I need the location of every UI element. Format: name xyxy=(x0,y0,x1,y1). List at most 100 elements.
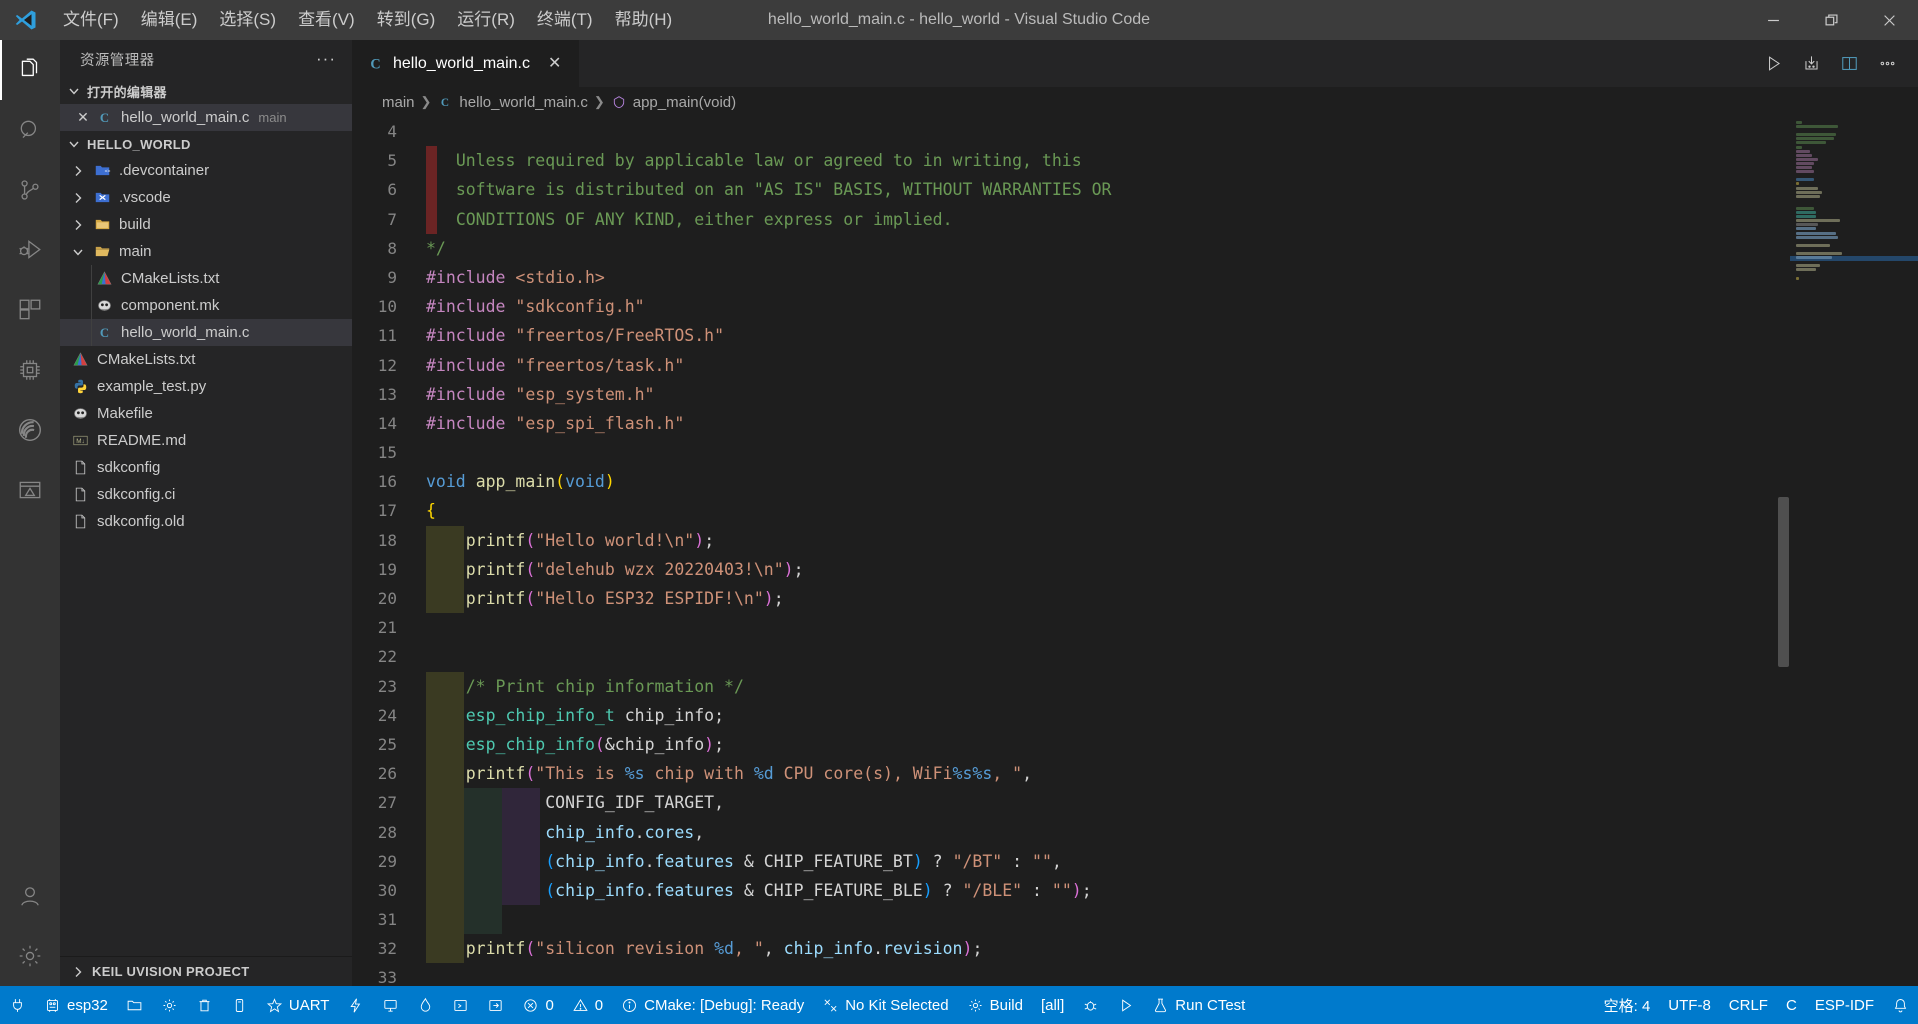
status-monitor-icon[interactable] xyxy=(373,986,408,1024)
status-0[interactable]: 0 xyxy=(513,986,562,1024)
split-editor-icon[interactable] xyxy=(1832,47,1866,81)
code-line[interactable]: 6 software is distributed on an "AS IS" … xyxy=(352,175,1790,205)
run-play-icon[interactable] xyxy=(1756,47,1790,81)
code-text-area[interactable]: 4 5 Unless required by applicable law or … xyxy=(352,117,1790,986)
code-line[interactable]: 17 { xyxy=(352,496,1790,525)
gear-icon[interactable] xyxy=(0,926,60,986)
tree-item-sdkconfig-old[interactable]: sdkconfig.old xyxy=(60,508,352,535)
status-export-icon[interactable] xyxy=(478,986,513,1024)
code-line[interactable]: 7 CONDITIONS OF ANY KIND, either express… xyxy=(352,204,1790,234)
status-4[interactable]: 空格: 4 xyxy=(1595,986,1660,1024)
code-line[interactable]: 25 esp_chip_info(&chip_info); xyxy=(352,729,1790,760)
code-line[interactable]: 21 xyxy=(352,613,1790,642)
code-line[interactable]: 24 esp_chip_info_t chip_info; xyxy=(352,700,1790,730)
status-lightning-icon[interactable] xyxy=(338,986,373,1024)
sidebar-more-actions-icon[interactable]: ··· xyxy=(308,49,344,69)
chevron-right-icon[interactable] xyxy=(70,163,86,179)
open-editor-item[interactable]: ✕ C hello_world_main.c main xyxy=(60,104,352,131)
code-line[interactable]: 32 printf("silicon revision %d, ", chip_… xyxy=(352,934,1790,964)
code-line[interactable]: 18 printf("Hello world!\n"); xyxy=(352,525,1790,555)
code-line[interactable]: 29 (chip_info.features & CHIP_FEATURE_BT… xyxy=(352,846,1790,876)
tree-item-main[interactable]: main xyxy=(60,238,352,265)
code-editor[interactable]: 4 5 Unless required by applicable law or … xyxy=(352,117,1918,986)
status-fire-icon[interactable] xyxy=(408,986,443,1024)
breadcrumb-item-file[interactable]: C hello_world_main.c xyxy=(437,94,588,111)
search-icon[interactable] xyxy=(0,100,60,160)
code-line[interactable]: 15 xyxy=(352,438,1790,467)
code-line[interactable]: 16 void app_main(void) xyxy=(352,467,1790,496)
code-line[interactable]: 5 Unless required by applicable law or a… xyxy=(352,146,1790,176)
tree-item-build[interactable]: build xyxy=(60,211,352,238)
more-actions-icon[interactable] xyxy=(1870,47,1904,81)
status-uart[interactable]: UART xyxy=(257,986,339,1024)
extensions-icon[interactable] xyxy=(0,280,60,340)
section-keil-uvision-project[interactable]: KEIL UVISION PROJECT xyxy=(60,956,352,986)
tree-item--vscode[interactable]: .vscode xyxy=(60,184,352,211)
account-icon[interactable] xyxy=(0,866,60,926)
menu-help[interactable]: 帮助(H) xyxy=(604,5,684,35)
tree-item-component-mk[interactable]: component.mk xyxy=(60,292,352,319)
status-trash-icon[interactable] xyxy=(187,986,222,1024)
status-cmake-debug-ready[interactable]: CMake: [Debug]: Ready xyxy=(612,986,813,1024)
code-line[interactable]: 26 printf("This is %s chip with %d CPU c… xyxy=(352,759,1790,789)
tree-item-sdkconfig-ci[interactable]: sdkconfig.ci xyxy=(60,481,352,508)
status-gear-icon[interactable] xyxy=(152,986,187,1024)
status-utf-8[interactable]: UTF-8 xyxy=(1659,986,1720,1024)
code-line[interactable]: 30 (chip_info.features & CHIP_FEATURE_BL… xyxy=(352,875,1790,906)
explorer-icon[interactable] xyxy=(0,40,60,100)
status-bell-icon[interactable] xyxy=(1883,986,1918,1024)
tree-item-makefile[interactable]: Makefile xyxy=(60,400,352,427)
section-workspace[interactable]: HELLO_WORLD xyxy=(60,131,352,157)
code-line[interactable]: 9 #include <stdio.h> xyxy=(352,263,1790,292)
maximize-restore-button[interactable] xyxy=(1802,0,1860,40)
espressif-icon[interactable] xyxy=(0,400,60,460)
code-line[interactable]: 23 /* Print chip information */ xyxy=(352,671,1790,701)
status-esp32[interactable]: esp32 xyxy=(35,986,117,1024)
chevron-right-icon[interactable] xyxy=(70,217,86,233)
code-line[interactable]: 19 printf("delehub wzx 20220403!\n"); xyxy=(352,554,1790,584)
menu-file[interactable]: 文件(F) xyxy=(52,5,130,35)
code-line[interactable]: 20 printf("Hello ESP32 ESPIDF!\n"); xyxy=(352,584,1790,614)
status-flash-icon[interactable] xyxy=(222,986,257,1024)
code-line[interactable]: 13 #include "esp_system.h" xyxy=(352,380,1790,409)
tree-item--devcontainer[interactable]: <> .devcontainer xyxy=(60,157,352,184)
code-line[interactable]: 33 xyxy=(352,963,1790,986)
status-terminal-arrow-icon[interactable] xyxy=(443,986,478,1024)
code-line[interactable]: 14 #include "esp_spi_flash.h" xyxy=(352,409,1790,438)
code-line[interactable]: 10 #include "sdkconfig.h" xyxy=(352,292,1790,321)
editor-vertical-scrollbar[interactable] xyxy=(1776,117,1790,986)
status-remote-plug-icon[interactable] xyxy=(0,986,35,1024)
status-run-ctest[interactable]: Run CTest xyxy=(1143,986,1254,1024)
menu-terminal[interactable]: 终端(T) xyxy=(526,5,604,35)
menu-view[interactable]: 查看(V) xyxy=(287,5,366,35)
minimize-button[interactable] xyxy=(1744,0,1802,40)
status-no-kit-selected[interactable]: No Kit Selected xyxy=(813,986,957,1024)
status-folder-open-icon[interactable] xyxy=(117,986,152,1024)
tree-item-readme-md[interactable]: M↓ README.md xyxy=(60,427,352,454)
editor-minimap[interactable] xyxy=(1790,117,1918,986)
flash-download-icon[interactable] xyxy=(1794,47,1828,81)
tree-item-cmakelists-txt[interactable]: CMakeLists.txt xyxy=(60,346,352,373)
chevron-right-icon[interactable] xyxy=(70,190,86,206)
close-button[interactable] xyxy=(1860,0,1918,40)
menu-selection[interactable]: 选择(S) xyxy=(208,5,287,35)
tree-item-cmakelists-txt[interactable]: CMakeLists.txt xyxy=(60,265,352,292)
breadcrumb-item-symbol[interactable]: app_main(void) xyxy=(611,94,736,111)
code-line[interactable]: 8 */ xyxy=(352,234,1790,263)
tree-item-sdkconfig[interactable]: sdkconfig xyxy=(60,454,352,481)
tree-item-hello-world-main-c[interactable]: Chello_world_main.c xyxy=(60,319,352,346)
close-icon[interactable]: ✕ xyxy=(544,54,565,74)
code-line[interactable]: 11 #include "freertos/FreeRTOS.h" xyxy=(352,321,1790,350)
preview-window-icon[interactable] xyxy=(0,460,60,520)
tree-item-example-test-py[interactable]: example_test.py xyxy=(60,373,352,400)
menu-run[interactable]: 运行(R) xyxy=(446,5,526,35)
scrollbar-thumb[interactable] xyxy=(1778,497,1789,667)
code-line[interactable]: 12 #include "freertos/task.h" xyxy=(352,351,1790,380)
menu-edit[interactable]: 编辑(E) xyxy=(130,5,209,35)
tab-hello-world-main-c[interactable]: C hello_world_main.c ✕ xyxy=(352,40,581,87)
menu-go[interactable]: 转到(G) xyxy=(366,5,447,35)
status-bug-icon[interactable] xyxy=(1073,986,1108,1024)
status-crlf[interactable]: CRLF xyxy=(1720,986,1777,1024)
chevron-down-icon[interactable] xyxy=(70,244,86,260)
status-all[interactable]: [all] xyxy=(1032,986,1073,1024)
